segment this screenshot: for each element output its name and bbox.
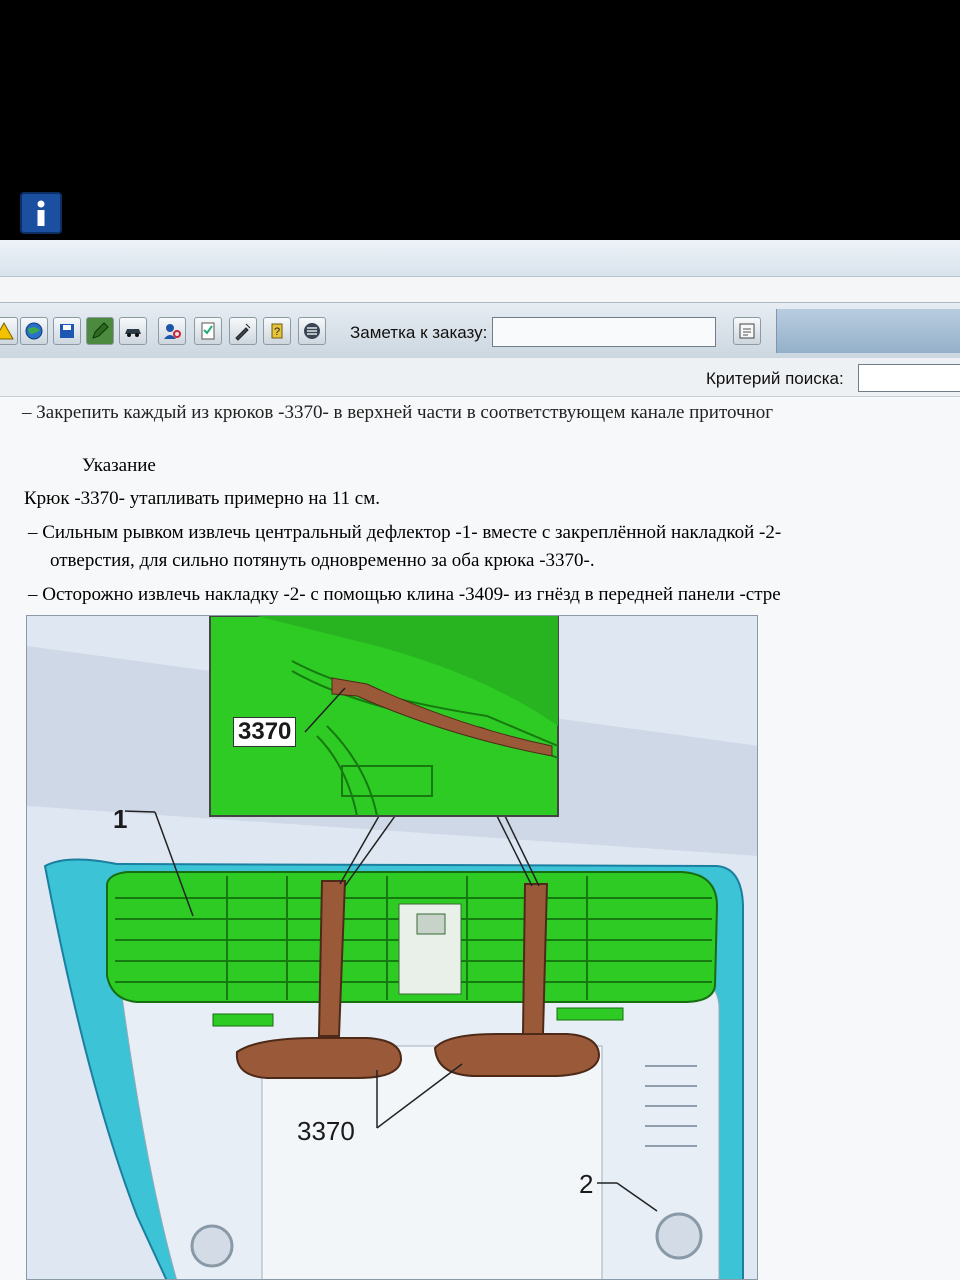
help-icon[interactable]: ?	[263, 317, 291, 345]
search-criteria-input[interactable]	[858, 364, 960, 392]
step-text: – Сильным рывком извлечь центральный деф…	[28, 522, 782, 543]
toolbar: ? Заметка к заказу:	[0, 302, 960, 360]
checklist-icon[interactable]	[194, 317, 222, 345]
globe-icon[interactable]	[20, 317, 48, 345]
order-note-input[interactable]	[492, 317, 716, 347]
save-icon[interactable]	[53, 317, 81, 345]
list-icon[interactable]	[298, 317, 326, 345]
step-text: отверстия, для сильно потянуть одновреме…	[50, 550, 595, 571]
search-criteria-label: Критерий поиска:	[706, 369, 844, 388]
callout-2: 2	[579, 1169, 594, 1199]
step-text: – Закрепить каждый из крюков -3370- в ве…	[22, 402, 774, 423]
inset-callout-3370: 3370	[233, 717, 297, 747]
svg-text:?: ?	[274, 326, 280, 338]
order-note-label: Заметка к заказу:	[350, 323, 488, 342]
note-edit-icon[interactable]	[733, 317, 761, 345]
toolbar-spacer	[776, 309, 960, 353]
illustration-figure: 3370 1 3370 2	[26, 615, 758, 1280]
pencil-icon[interactable]	[86, 317, 114, 345]
step-text: – Осторожно извлечь накладку -2- с помощ…	[28, 584, 781, 605]
search-bar: Критерий поиска:	[0, 358, 960, 397]
window-titlebar	[0, 240, 960, 277]
central-deflector	[106, 871, 719, 1003]
illustration-drawing	[27, 616, 757, 1279]
tools-icon[interactable]	[229, 317, 257, 345]
callout-1: 1	[113, 804, 128, 834]
note-text: Крюк -3370- утапливать примерно на 11 см…	[24, 488, 380, 509]
note-heading: Указание	[82, 455, 156, 476]
zoom-inset	[209, 616, 559, 817]
warning-icon[interactable]	[0, 317, 18, 345]
info-icon	[20, 192, 62, 234]
car-icon[interactable]	[119, 317, 147, 345]
person-search-icon[interactable]	[158, 317, 186, 345]
callout-3370: 3370	[297, 1116, 355, 1146]
